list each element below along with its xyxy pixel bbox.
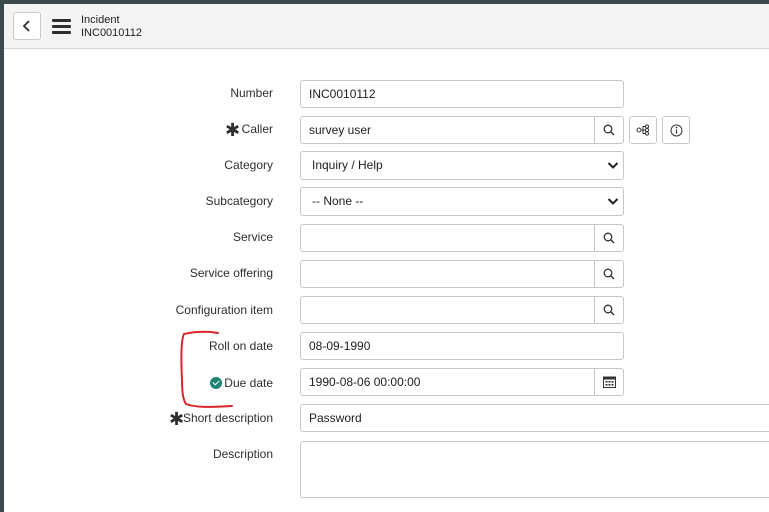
configuration-item-lookup-button[interactable]	[594, 297, 623, 323]
chevron-down-icon	[607, 162, 619, 169]
number-field[interactable]: INC0010112	[300, 80, 624, 108]
preview-record-button[interactable]	[662, 116, 690, 144]
category-select[interactable]: Inquiry / Help	[300, 151, 624, 180]
caller-value: survey user	[309, 123, 372, 137]
page-title: Incident	[81, 14, 120, 26]
record-number: INC0010112	[81, 27, 142, 39]
search-icon	[603, 304, 615, 316]
caller-label: Caller	[241, 122, 273, 136]
calendar-icon	[602, 376, 616, 388]
service-offering-field[interactable]	[300, 260, 624, 288]
hierarchy-icon	[636, 124, 650, 136]
chevron-left-icon	[22, 20, 30, 32]
due-date-field[interactable]: 1990-08-06 00:00:00	[300, 368, 624, 396]
description-textarea[interactable]	[300, 441, 769, 498]
configuration-item-label: Configuration item	[175, 303, 273, 317]
service-offering-lookup-button[interactable]	[594, 261, 623, 287]
required-asterisk: ✱	[169, 409, 185, 429]
show-related-button[interactable]	[629, 116, 657, 144]
subcategory-value: -- None --	[312, 194, 364, 208]
calendar-button[interactable]	[594, 369, 623, 395]
subcategory-select[interactable]: -- None --	[300, 187, 624, 216]
search-icon	[603, 268, 615, 280]
number-label: Number	[230, 86, 273, 100]
caller-lookup-button[interactable]	[594, 117, 623, 143]
short-description-label: Short description	[182, 411, 273, 425]
subcategory-label: Subcategory	[205, 194, 273, 208]
description-label: Description	[212, 447, 273, 461]
annotation-bracket	[180, 330, 233, 408]
roll-on-date-field[interactable]: 08-09-1990	[300, 332, 624, 360]
due-date-value: 1990-08-06 00:00:00	[309, 375, 421, 389]
service-field[interactable]	[300, 224, 624, 252]
left-edge-bar	[0, 0, 4, 512]
form-header: Incident INC0010112	[4, 4, 769, 49]
caller-field[interactable]: survey user	[300, 116, 624, 144]
configuration-item-field[interactable]	[300, 296, 624, 324]
chevron-down-icon	[607, 198, 619, 205]
required-asterisk: ✱	[225, 120, 241, 140]
info-icon	[670, 124, 682, 136]
hamburger-menu-icon[interactable]	[52, 19, 71, 35]
back-button[interactable]	[13, 12, 41, 40]
search-icon	[603, 232, 615, 244]
category-value: Inquiry / Help	[312, 158, 383, 172]
service-label: Service	[232, 230, 273, 244]
service-lookup-button[interactable]	[594, 225, 623, 251]
short-description-field[interactable]: Password	[300, 404, 769, 432]
service-offering-label: Service offering	[189, 266, 273, 280]
search-icon	[603, 124, 615, 136]
category-label: Category	[224, 158, 273, 172]
